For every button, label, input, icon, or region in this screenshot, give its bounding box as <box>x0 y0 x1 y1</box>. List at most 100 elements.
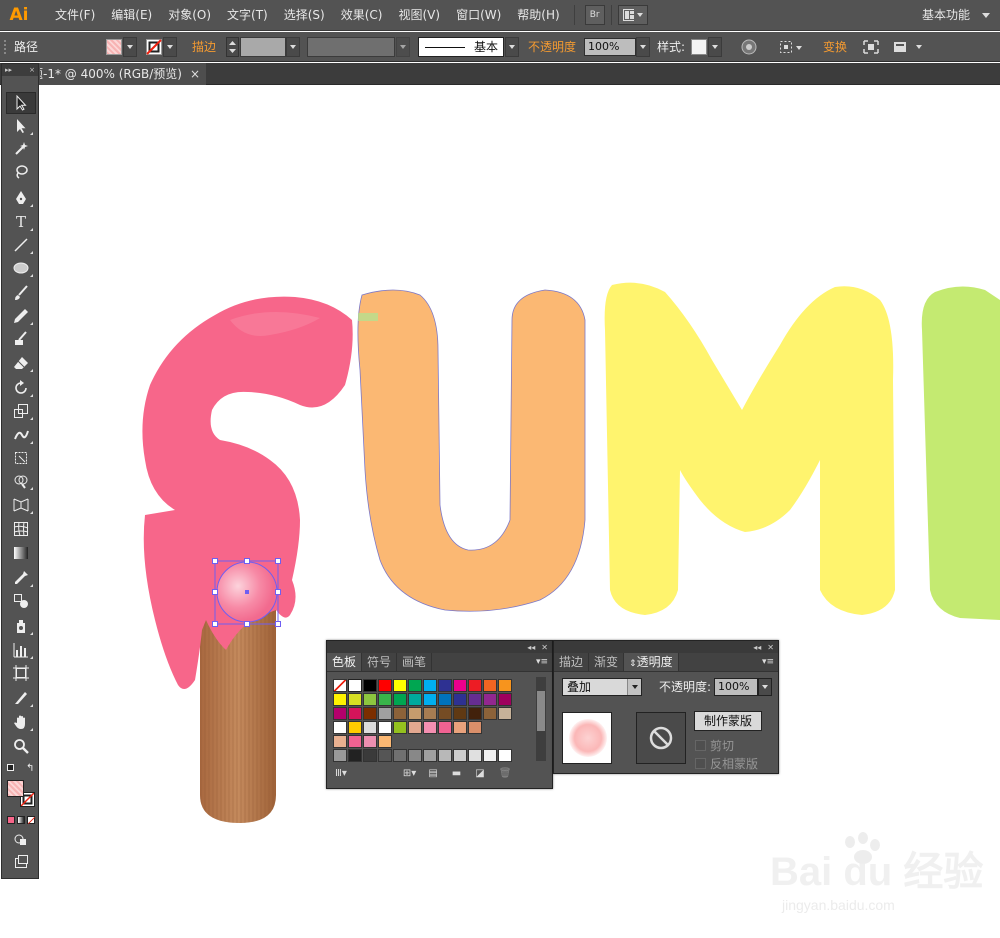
color-swatch[interactable] <box>348 693 362 706</box>
color-swatch[interactable] <box>333 721 347 734</box>
color-swatch[interactable] <box>333 693 347 706</box>
color-swatch[interactable] <box>498 707 512 720</box>
popsicle-stick[interactable] <box>200 610 276 823</box>
none-mode-button[interactable] <box>27 816 36 825</box>
color-swatch[interactable] <box>453 679 467 692</box>
tab-transparency[interactable]: ⇕透明度 <box>624 653 679 671</box>
menu-window[interactable]: 窗口(W) <box>448 0 509 31</box>
collapse-icon[interactable]: ▸▸ <box>5 66 12 74</box>
screen-mode-button[interactable] <box>6 851 36 873</box>
artwork[interactable]: Bai du 经验 jingyan.baidu.com <box>39 85 1000 938</box>
color-swatch[interactable] <box>483 707 497 720</box>
color-swatch[interactable] <box>393 679 407 692</box>
letter-u[interactable] <box>357 289 586 612</box>
arrange-documents-button[interactable] <box>617 5 648 25</box>
color-swatch[interactable] <box>348 707 362 720</box>
slice-tool[interactable] <box>6 687 36 709</box>
close-icon[interactable]: ✕ <box>767 643 774 652</box>
transform-label-link[interactable]: 变换 <box>823 32 847 62</box>
swatch-options-icon[interactable]: ▤ <box>428 768 437 779</box>
zoom-tool[interactable] <box>6 735 36 757</box>
gradient-mode-button[interactable] <box>17 816 25 824</box>
close-icon[interactable]: × <box>29 66 35 74</box>
color-swatch[interactable] <box>438 693 452 706</box>
swap-colors-icon[interactable]: ↰ <box>26 763 34 774</box>
menu-edit[interactable]: 编辑(E) <box>103 0 160 31</box>
color-swatch[interactable] <box>438 707 452 720</box>
color-swatch[interactable] <box>408 693 422 706</box>
menu-type[interactable]: 文字(T) <box>219 0 276 31</box>
color-swatch[interactable] <box>423 693 437 706</box>
color-swatch[interactable] <box>363 707 377 720</box>
drawing-modes-button[interactable] <box>6 828 36 850</box>
color-swatch[interactable] <box>483 693 497 706</box>
document-tab[interactable]: 未标题-1* @ 400% (RGB/预览) × <box>38 63 207 85</box>
ellipse-tool[interactable] <box>6 257 36 279</box>
isolate-selected-icon[interactable] <box>862 39 880 59</box>
color-swatch[interactable] <box>468 679 482 692</box>
color-swatch[interactable] <box>498 679 512 692</box>
workspace-switcher[interactable]: 基本功能 <box>922 0 970 31</box>
stroke-weight-dropdown[interactable] <box>286 37 300 57</box>
menu-object[interactable]: 对象(O) <box>160 0 219 31</box>
invert-mask-option[interactable]: 反相蒙版 <box>695 755 758 772</box>
panel-header[interactable]: ◂◂ ✕ <box>554 641 778 653</box>
brush-definition-field[interactable]: 基本 <box>418 37 504 57</box>
color-swatch[interactable] <box>438 679 452 692</box>
color-swatch[interactable] <box>378 707 392 720</box>
color-swatch[interactable] <box>378 693 392 706</box>
panel-menu-icon[interactable]: ▾≡ <box>536 657 548 667</box>
color-swatch[interactable] <box>438 721 452 734</box>
gradient-tool[interactable] <box>6 542 36 564</box>
opacity-dropdown[interactable] <box>758 678 772 696</box>
rotate-tool[interactable] <box>6 377 36 399</box>
eyedropper-tool[interactable] <box>6 567 36 589</box>
fill-dropdown[interactable] <box>123 37 137 57</box>
stroke-swatch[interactable] <box>146 39 162 59</box>
scrollbar-thumb[interactable] <box>537 691 545 731</box>
color-swatch[interactable] <box>483 679 497 692</box>
scale-tool[interactable] <box>6 400 36 422</box>
pencil-tool[interactable] <box>6 305 36 327</box>
tab-swatches[interactable]: 色板 <box>327 653 363 671</box>
blob-brush-tool[interactable] <box>6 328 36 350</box>
panel-menu-icon[interactable]: ▾≡ <box>762 657 774 667</box>
opacity-label-link[interactable]: 不透明度 <box>528 32 576 62</box>
color-swatch[interactable] <box>348 721 362 734</box>
color-swatch[interactable] <box>333 707 347 720</box>
letter-m-yellow[interactable] <box>604 282 895 615</box>
stroke-weight-field[interactable] <box>240 37 286 57</box>
object-thumbnail[interactable] <box>562 712 612 764</box>
menu-select[interactable]: 选择(S) <box>276 0 333 31</box>
color-swatch[interactable] <box>408 749 422 762</box>
stroke-weight-stepper[interactable] <box>226 37 239 57</box>
warp-tool[interactable] <box>6 424 36 446</box>
color-swatch[interactable] <box>363 735 377 748</box>
swatches-scrollbar[interactable] <box>536 677 546 761</box>
color-swatch[interactable] <box>408 707 422 720</box>
color-swatch[interactable] <box>498 693 512 706</box>
menu-view[interactable]: 视图(V) <box>390 0 448 31</box>
tab-gradient[interactable]: 渐变 <box>589 653 625 671</box>
color-swatch[interactable] <box>333 749 347 762</box>
brush-definition-dropdown[interactable] <box>505 37 519 57</box>
opacity-dropdown[interactable] <box>636 37 650 57</box>
free-transform-tool[interactable] <box>6 447 36 469</box>
color-swatch[interactable] <box>393 721 407 734</box>
show-swatch-kinds-icon[interactable]: ⊞▾ <box>403 768 416 779</box>
direct-selection-tool[interactable] <box>6 115 36 137</box>
color-swatch[interactable] <box>453 721 467 734</box>
blend-tool[interactable] <box>6 590 36 612</box>
color-swatch[interactable] <box>363 679 377 692</box>
color-swatch[interactable] <box>393 693 407 706</box>
default-fill-stroke-icon[interactable] <box>7 764 14 771</box>
color-swatch[interactable] <box>468 749 482 762</box>
make-mask-button[interactable]: 制作蒙版 <box>694 711 762 731</box>
panel-options-button[interactable] <box>893 39 925 59</box>
tab-brushes[interactable]: 画笔 <box>397 653 433 671</box>
none-swatch[interactable] <box>333 679 347 692</box>
clip-option[interactable]: 剪切 <box>695 737 734 754</box>
collapse-icon[interactable]: ◂◂ <box>753 643 761 652</box>
color-swatch[interactable] <box>453 749 467 762</box>
tab-symbols[interactable]: 符号 <box>362 653 398 671</box>
